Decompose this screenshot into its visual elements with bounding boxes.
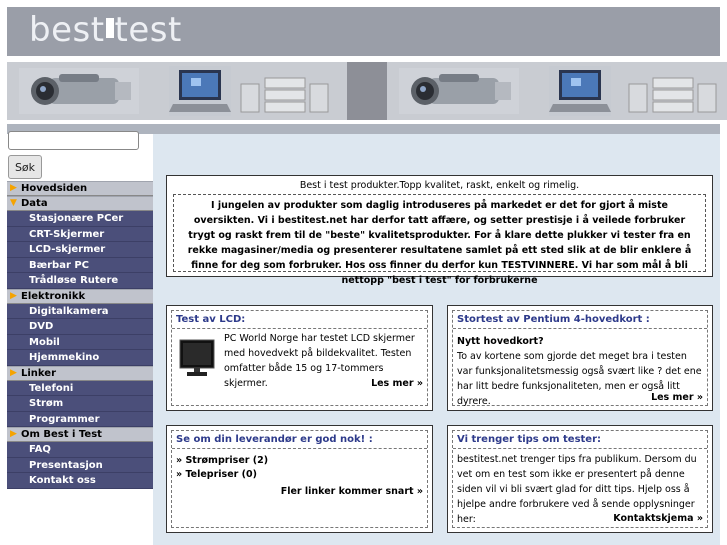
link-strompriser[interactable]: » Strømpriser (2) xyxy=(172,454,427,468)
sidebar-item-strom[interactable]: Strøm xyxy=(7,396,153,412)
sidebar-item-tradlose-rutere[interactable]: Trådløse Rutere xyxy=(7,273,153,289)
product-banner xyxy=(7,62,727,120)
search-button[interactable]: Søk xyxy=(8,155,42,179)
read-more-link[interactable]: Les mer » xyxy=(651,392,703,403)
sidebar-item-faq[interactable]: FAQ xyxy=(7,442,153,458)
chevron-right-icon: ▶ xyxy=(10,290,17,301)
sidebar-item-baerbar-pc[interactable]: Bærbar PC xyxy=(7,257,153,273)
more-links-note: Fler linker kommer snart » xyxy=(280,486,423,497)
site-logo[interactable]: best test xyxy=(29,10,182,50)
card-supplier-links: Se om din leverandør er god nok! : » Str… xyxy=(166,425,433,533)
chevron-right-icon: ▶ xyxy=(10,367,17,378)
sidebar-section-label: Data xyxy=(21,198,48,209)
card-title: Vi trenger tips om tester: xyxy=(457,434,602,445)
logo-exclamation-icon xyxy=(105,18,114,44)
card-title: Test av LCD: xyxy=(176,314,246,325)
banner-group-left xyxy=(7,62,347,120)
camcorder-image xyxy=(399,68,519,114)
logo-text-right: test xyxy=(114,10,182,50)
read-more-link[interactable]: Les mer » xyxy=(371,378,423,389)
card-pentium-test: Stortest av Pentium 4-hovedkort : Nytt h… xyxy=(447,305,713,411)
logo-text-left: best xyxy=(29,10,105,50)
sidebar-section-label: Elektronikk xyxy=(21,290,86,302)
chevron-down-icon: ▼ xyxy=(10,198,17,208)
sidebar-item-hjemmekino[interactable]: Hjemmekino xyxy=(7,350,153,366)
site-header: best test xyxy=(7,7,720,56)
sidebar-section-data[interactable]: ▼ Data xyxy=(7,196,153,211)
intro-box: Best i test produkter.Topp kvalitet, ras… xyxy=(166,175,713,286)
sidebar-item-dvd[interactable]: DVD xyxy=(7,319,153,335)
card-subtitle: Nytt hovedkort? xyxy=(457,336,544,347)
search-input[interactable] xyxy=(8,131,139,150)
camcorder-image xyxy=(19,68,139,114)
chevron-right-icon: ▶ xyxy=(10,429,17,439)
sidebar-section-label: Om Best i Test xyxy=(21,429,102,440)
sidebar-section-linker[interactable]: ▶ Linker xyxy=(7,365,153,381)
sidebar-item-mobil[interactable]: Mobil xyxy=(7,334,153,350)
contact-form-link[interactable]: Kontaktskjema » xyxy=(613,513,703,524)
link-telepriser[interactable]: » Telepriser (0) xyxy=(172,468,427,482)
intro-text: I jungelen av produkter som daglig intro… xyxy=(173,194,706,286)
sidebar-section-om-best-i-test[interactable]: ▶ Om Best i Test xyxy=(7,427,153,442)
card-lcd-test: Test av LCD: PC World Norge har testet L… xyxy=(166,305,433,411)
sidebar-item-crt-skjermer[interactable]: CRT-Skjermer xyxy=(7,226,153,242)
lcd-monitor-icon xyxy=(179,339,215,376)
card-title: Se om din leverandør er god nok! : xyxy=(176,434,373,445)
sidebar-item-telefoni[interactable]: Telefoni xyxy=(7,380,153,396)
sidebar-item-presentasjon[interactable]: Presentasjon xyxy=(7,457,153,473)
sidebar-item-kontakt-oss[interactable]: Kontakt oss xyxy=(7,473,153,489)
sidebar-section-hovedsiden[interactable]: ▶ Hovedsiden xyxy=(7,181,153,196)
sidebar-section-label: Hovedsiden xyxy=(21,183,88,194)
sidebar-section-elektronikk[interactable]: ▶ Elektronikk xyxy=(7,288,153,304)
sidebar-item-digitalkamera[interactable]: Digitalkamera xyxy=(7,303,153,319)
sidebar-item-stasjonaere-pcer[interactable]: Stasjonære PCer xyxy=(7,211,153,227)
intro-title: Best i test produkter.Topp kvalitet, ras… xyxy=(299,180,580,191)
card-title: Stortest av Pentium 4-hovedkort : xyxy=(457,314,650,325)
sidebar-section-label: Linker xyxy=(21,367,57,379)
sidebar-item-programmer[interactable]: Programmer xyxy=(7,411,153,427)
stereo-image xyxy=(237,70,332,114)
sidebar-nav: ▶ Hovedsiden ▼ Data Stasjonære PCer CRT-… xyxy=(7,181,153,489)
laptop-image xyxy=(169,66,231,116)
banner-group-right xyxy=(387,62,727,120)
sidebar-item-lcd-skjermer[interactable]: LCD-skjermer xyxy=(7,242,153,258)
card-tips: Vi trenger tips om tester: bestitest.net… xyxy=(447,425,713,533)
stereo-image xyxy=(625,70,720,114)
laptop-image xyxy=(549,66,611,116)
chevron-right-icon: ▶ xyxy=(10,183,17,193)
